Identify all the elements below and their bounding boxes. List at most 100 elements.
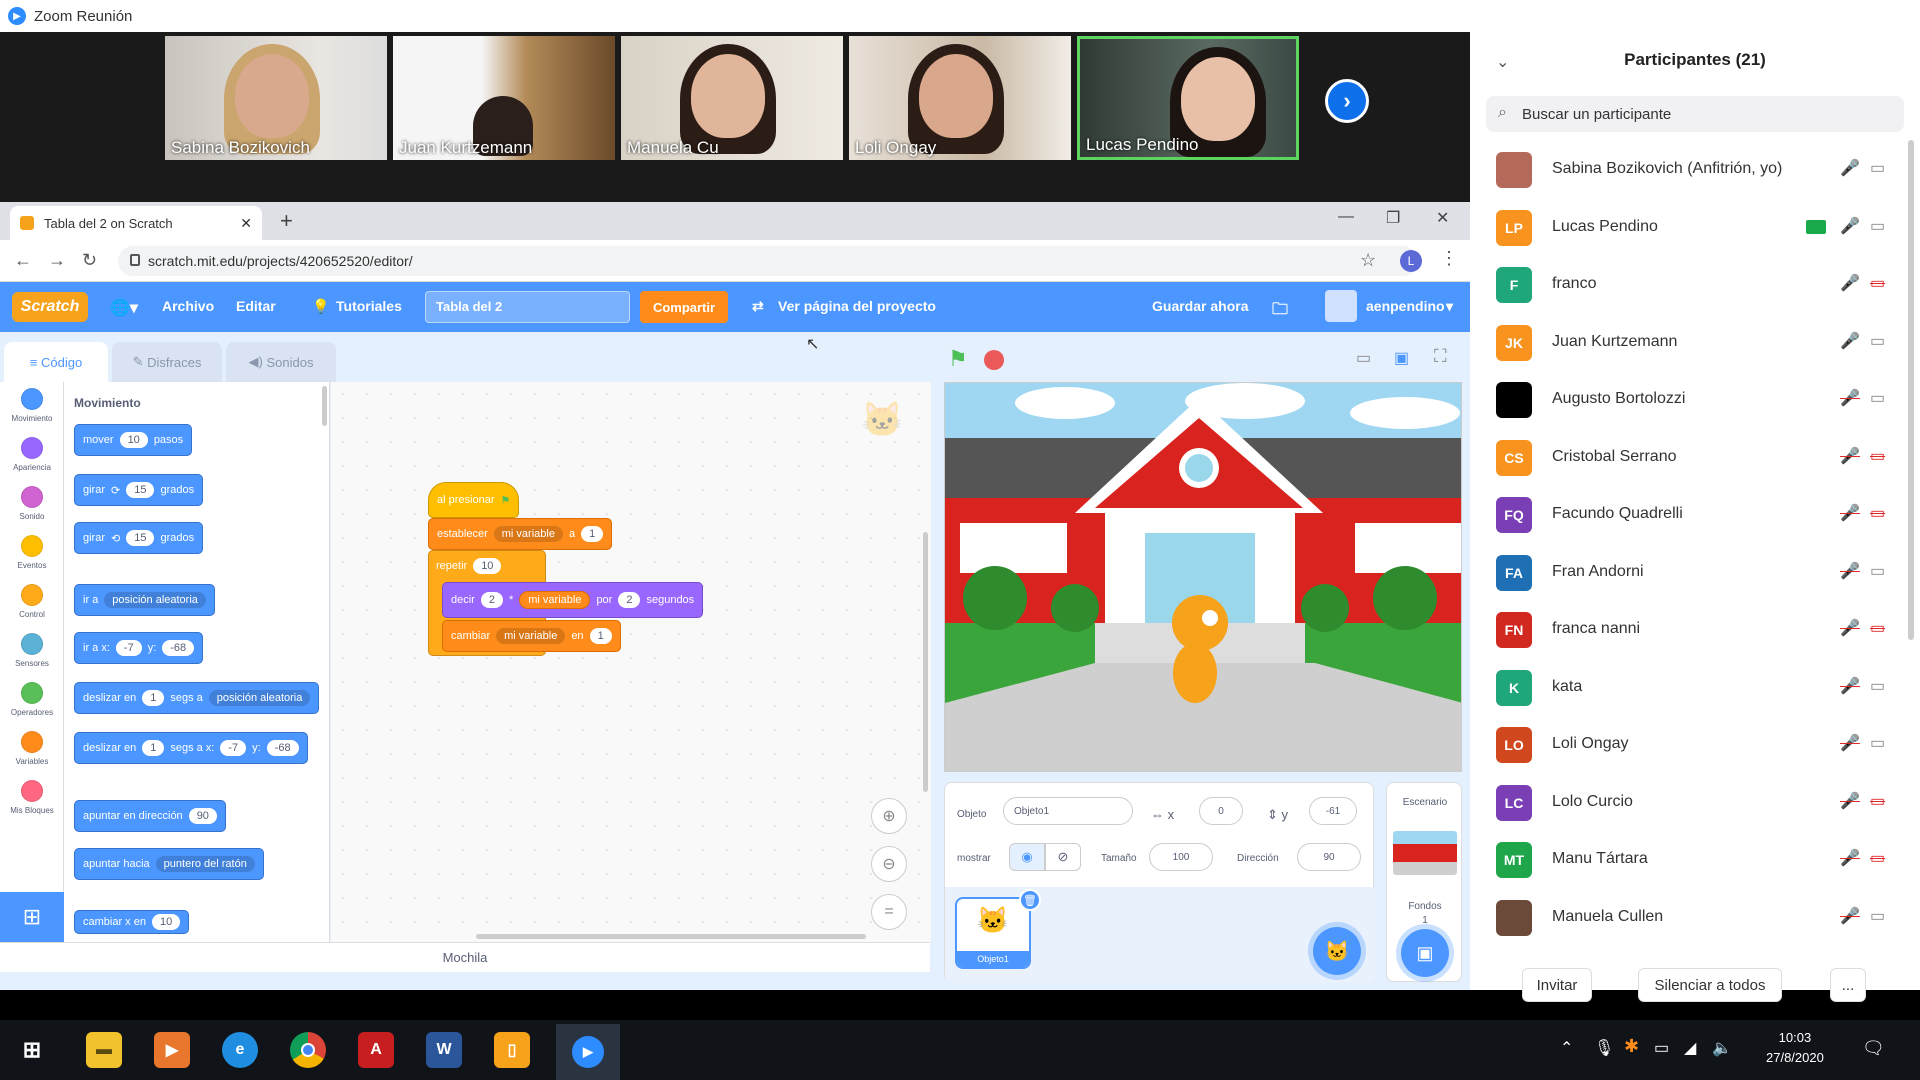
mic-icon[interactable]: 🎤 (1840, 216, 1860, 236)
zoom-out-icon[interactable]: ⊖ (871, 846, 907, 882)
video-tile[interactable]: Manuela Cu (621, 36, 843, 160)
camera-icon[interactable]: ▭ (1870, 733, 1885, 753)
view-project-page-link[interactable]: Ver página del proyecto (778, 298, 936, 314)
mic-muted-icon[interactable]: 🎤 (1840, 388, 1860, 408)
mic-muted-icon[interactable]: 🎤 (1840, 446, 1860, 466)
size-input[interactable]: 100 (1149, 843, 1213, 871)
participant-row[interactable]: CS Cristobal Serrano 🎤 ▭ (1470, 430, 1920, 487)
browser-tab[interactable]: Tabla del 2 on Scratch ✕ (10, 206, 262, 240)
mic-muted-icon[interactable]: 🎤 (1840, 906, 1860, 926)
camera-off-icon[interactable]: ▭ (1870, 446, 1885, 466)
stop-icon[interactable] (984, 350, 1004, 370)
chrome-icon[interactable] (290, 1032, 326, 1068)
camera-icon[interactable]: ▭ (1870, 676, 1885, 696)
workspace-v-scrollbar[interactable] (923, 532, 928, 792)
block-apuntar-direccion[interactable]: apuntar en dirección 90 (74, 800, 226, 832)
category-7[interactable]: Variables (0, 731, 64, 766)
chevron-down-icon[interactable]: ▾ (1446, 298, 1453, 315)
block-al-presionar[interactable]: al presionar ⚑ (428, 482, 520, 518)
tab-sounds[interactable]: ◀) Sonidos (226, 342, 336, 382)
close-tab-icon[interactable]: ✕ (240, 215, 252, 232)
menu-archivo[interactable]: Archivo (162, 298, 214, 314)
edge-icon[interactable]: e (222, 1032, 258, 1068)
app-tray-icon[interactable]: ✱ (1624, 1036, 1639, 1057)
gallery-next-icon[interactable]: › (1325, 79, 1369, 123)
block-deslizar-a[interactable]: deslizar en 1 segs a posición aleatoria (74, 682, 320, 714)
browser-menu-icon[interactable]: ⋮ (1440, 248, 1458, 269)
tab-code[interactable]: ≡ Código (4, 342, 108, 382)
mic-muted-icon[interactable]: 🎤 (1840, 676, 1860, 696)
palette-scrollbar[interactable] (322, 386, 327, 426)
menu-editar[interactable]: Editar (236, 298, 276, 314)
camera-off-icon[interactable]: ▭ (1870, 618, 1885, 638)
battery-icon[interactable]: ▭ (1654, 1038, 1669, 1058)
mic-muted-icon[interactable]: 🎤 (1840, 503, 1860, 523)
block-mover[interactable]: mover 10 pasos (74, 424, 193, 456)
wifi-icon[interactable]: ◢ (1684, 1038, 1696, 1058)
camera-icon[interactable]: ▭ (1870, 216, 1885, 236)
participant-row[interactable]: Kkata 🎤 ▭ (1470, 660, 1920, 717)
more-options-button[interactable]: ... (1830, 968, 1866, 1002)
video-tile-active-speaker[interactable]: Lucas Pendino (1077, 36, 1299, 160)
participant-row[interactable]: Manuela Cullen 🎤 ▭ (1470, 890, 1920, 947)
username-menu[interactable]: aenpendino (1366, 298, 1445, 314)
camera-icon[interactable]: ▭ (1870, 158, 1885, 178)
camera-icon[interactable]: ▭ (1870, 388, 1885, 408)
save-now-button[interactable]: Guardar ahora (1152, 298, 1248, 314)
menu-tutoriales[interactable]: Tutoriales (336, 298, 402, 314)
camera-icon[interactable]: ▭ (1870, 906, 1885, 926)
camera-off-icon[interactable]: ▭ (1870, 791, 1885, 811)
my-stuff-folder-icon[interactable]: 🗀 (1272, 298, 1288, 325)
media-player-icon[interactable]: ▶ (154, 1032, 190, 1068)
block-apuntar-hacia[interactable]: apuntar hacia puntero del ratón (74, 848, 264, 880)
add-extension-icon[interactable]: ⊞ (0, 892, 64, 942)
block-decir[interactable]: decir 2 * mi variable por 2 segundos (442, 582, 704, 618)
acrobat-icon[interactable]: A (358, 1032, 394, 1068)
participant-row[interactable]: FQ Facundo Quadrelli 🎤 ▭ (1470, 487, 1920, 544)
sprite-name-input[interactable]: Objeto1 (1003, 797, 1133, 825)
block-ir-a[interactable]: ir a posición aleatoria (74, 584, 215, 616)
user-avatar[interactable] (1325, 290, 1357, 322)
block-girar-izquierda[interactable]: girar ⟲ 15 grados (74, 522, 204, 554)
participant-row[interactable]: Augusto Bortolozzi 🎤 ▭ (1470, 372, 1920, 429)
notes-icon[interactable]: ▯ (494, 1032, 530, 1068)
block-ir-a-xy[interactable]: ir a x: -7 y: -68 (74, 632, 204, 664)
normal-stage-icon[interactable]: ▣ (1394, 348, 1409, 368)
block-girar-derecha[interactable]: girar ⟳ 15 grados (74, 474, 204, 506)
participant-search-input[interactable]: ⌕ Buscar un participante (1486, 96, 1904, 132)
tab-costumes[interactable]: ✎ Disfraces (112, 342, 222, 382)
mic-icon[interactable]: 🎤 (1840, 273, 1860, 293)
mic-icon[interactable]: 🎤 (1840, 158, 1860, 178)
mic-muted-icon[interactable]: 🎤 (1840, 848, 1860, 868)
sprite-y-input[interactable]: -61 (1309, 797, 1357, 825)
file-explorer-icon[interactable]: ▬ (86, 1032, 122, 1068)
share-button[interactable]: Compartir (640, 291, 728, 323)
participant-row[interactable]: JK Juan Kurtzemann 🎤 ▭ (1470, 315, 1920, 372)
camera-off-icon[interactable]: ▭ (1870, 503, 1885, 523)
video-tile[interactable]: Loli Ongay (849, 36, 1071, 160)
mic-icon[interactable]: 🎤 (1840, 331, 1860, 351)
windows-start-icon[interactable]: ⊞ (14, 1032, 50, 1068)
url-input[interactable]: scratch.mit.edu/projects/420652520/edito… (118, 246, 1418, 276)
backdrop-thumbnail[interactable] (1393, 831, 1457, 875)
camera-icon[interactable]: ▭ (1870, 331, 1885, 351)
category-4[interactable]: Control (0, 584, 64, 619)
category-1[interactable]: Apariencia (0, 437, 64, 472)
block-cambiar-x[interactable]: cambiar x en 10 (74, 910, 190, 934)
participant-row[interactable]: LO Loli Ongay 🎤 ▭ (1470, 717, 1920, 774)
stage[interactable] (944, 382, 1462, 772)
microphone-tray-icon[interactable]: 🎙 (1594, 1038, 1614, 1058)
category-3[interactable]: Eventos (0, 535, 64, 570)
zoom-taskbar-icon[interactable]: ▶ (556, 1024, 620, 1080)
show-eye-icon[interactable]: ◉ (1009, 843, 1045, 871)
participant-row[interactable]: LC Lolo Curcio 🎤 ▭ (1470, 775, 1920, 832)
direction-input[interactable]: 90 (1297, 843, 1361, 871)
camera-off-icon[interactable]: ▭ (1870, 273, 1885, 293)
block-repetir[interactable]: repetir 10 (428, 550, 509, 582)
browser-restore-icon[interactable]: ❐ (1386, 208, 1400, 228)
sprite-thumbnail[interactable]: 🐱 Objeto1 (955, 897, 1031, 969)
video-tile[interactable]: Sabina Bozikovich (165, 36, 387, 160)
project-title-input[interactable]: Tabla del 2 (425, 291, 630, 323)
backpack[interactable]: Mochila (0, 942, 930, 972)
mic-muted-icon[interactable]: 🎤 (1840, 791, 1860, 811)
